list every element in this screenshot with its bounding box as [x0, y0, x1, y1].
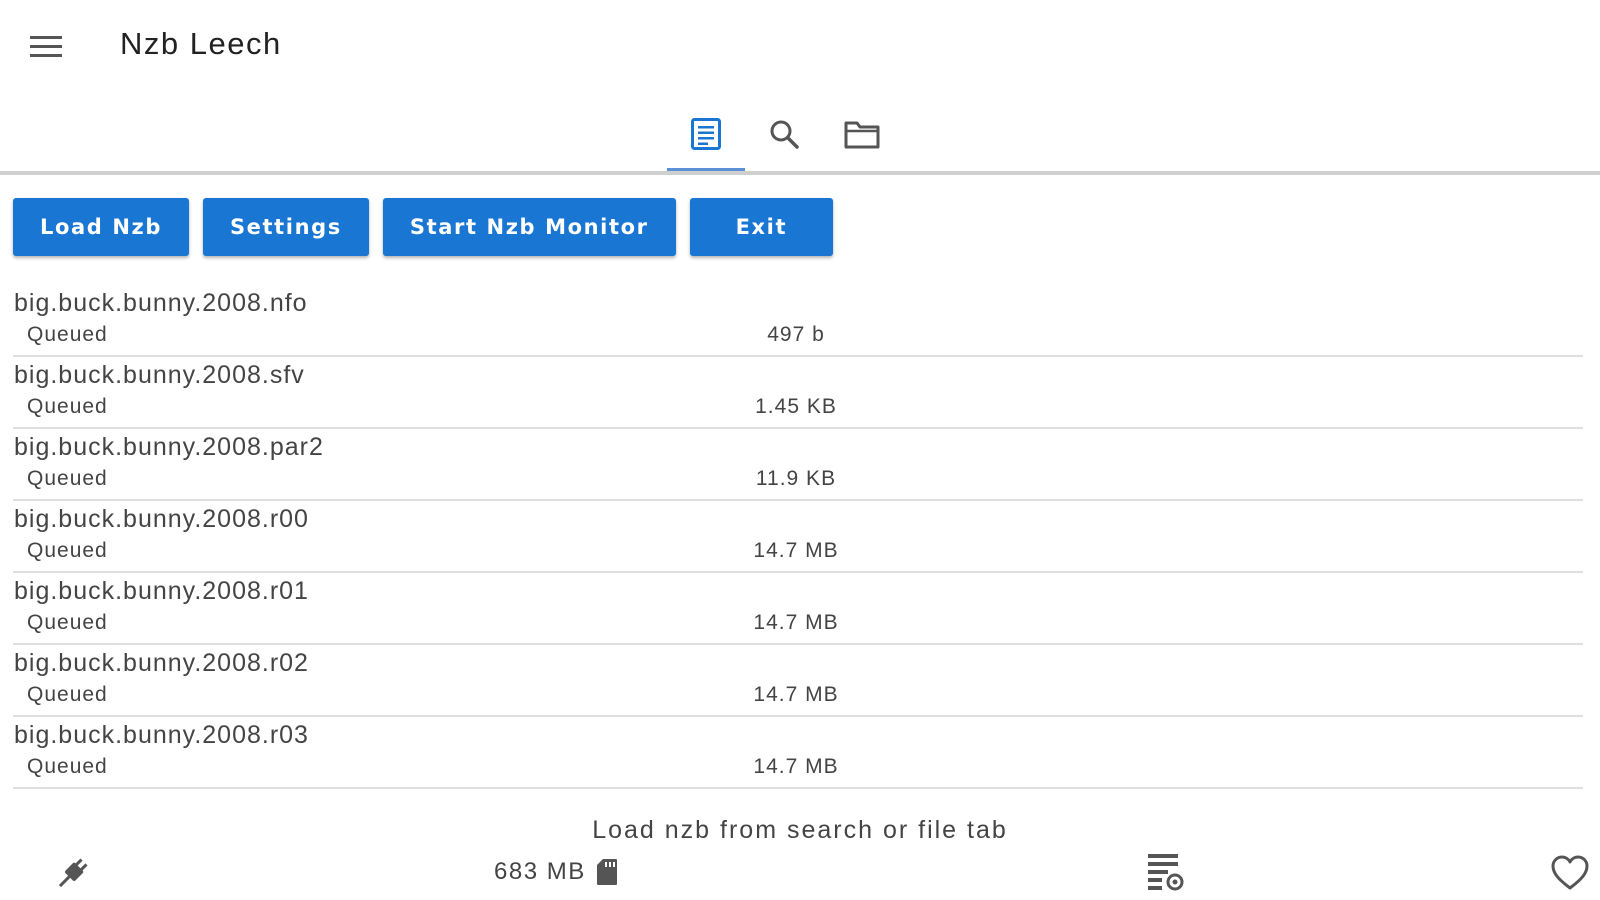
file-list: big.buck.bunny.2008.nfo Queued 497 b big… [13, 285, 1583, 789]
list-item[interactable]: big.buck.bunny.2008.r02 Queued 14.7 MB [13, 645, 1583, 717]
file-name: big.buck.bunny.2008.r02 [14, 649, 309, 677]
document-list-icon [691, 118, 721, 150]
file-status: Queued [27, 395, 108, 418]
tab-queue[interactable] [667, 96, 745, 172]
bottom-bar: 683 MB [0, 848, 1600, 900]
file-size: 14.7 MB [753, 611, 839, 634]
menu-icon [30, 36, 62, 57]
file-name: big.buck.bunny.2008.par2 [14, 433, 324, 461]
app-bar: Nzb Leech [0, 0, 1600, 92]
file-name: big.buck.bunny.2008.nfo [14, 289, 308, 317]
file-size: 497 b [767, 323, 825, 346]
tab-search[interactable] [745, 96, 823, 172]
file-status: Queued [27, 755, 108, 778]
list-item[interactable]: big.buck.bunny.2008.par2 Queued 11.9 KB [13, 429, 1583, 501]
file-name: big.buck.bunny.2008.r00 [14, 505, 309, 533]
menu-button[interactable] [22, 24, 70, 68]
disk-space: 683 MB [494, 858, 618, 886]
folder-icon [844, 121, 880, 149]
list-item[interactable]: big.buck.bunny.2008.nfo Queued 497 b [13, 285, 1583, 357]
status-hint: Load nzb from search or file tab [592, 816, 1008, 844]
file-size: 14.7 MB [753, 755, 839, 778]
disk-free-value: 683 MB [494, 858, 586, 885]
queue-settings-button[interactable] [1146, 852, 1188, 894]
list-item[interactable]: big.buck.bunny.2008.r01 Queued 14.7 MB [13, 573, 1583, 645]
file-size: 11.9 KB [755, 467, 837, 490]
list-item[interactable]: big.buck.bunny.2008.sfv Queued 1.45 KB [13, 357, 1583, 429]
file-status: Queued [27, 683, 108, 706]
app-title: Nzb Leech [120, 26, 282, 61]
file-size: 1.45 KB [755, 395, 837, 418]
exit-button[interactable]: Exit [689, 198, 834, 256]
file-size: 14.7 MB [753, 683, 839, 706]
load-nzb-button[interactable]: Load Nzb [13, 198, 189, 256]
search-icon [770, 120, 799, 149]
list-item[interactable]: big.buck.bunny.2008.r03 Queued 14.7 MB [13, 717, 1583, 789]
file-status: Queued [27, 611, 108, 634]
tab-divider [0, 171, 1600, 175]
file-status: Queued [27, 323, 108, 346]
list-item[interactable]: big.buck.bunny.2008.r00 Queued 14.7 MB [13, 501, 1583, 573]
start-nzb-monitor-button[interactable]: Start Nzb Monitor [382, 198, 676, 256]
file-status: Queued [27, 467, 108, 490]
file-name: big.buck.bunny.2008.r01 [14, 577, 309, 605]
file-size: 14.7 MB [753, 539, 839, 562]
plug-icon [58, 858, 88, 888]
file-status: Queued [27, 539, 108, 562]
sd-card-icon [596, 859, 617, 885]
settings-button[interactable]: Settings [202, 198, 369, 256]
file-name: big.buck.bunny.2008.sfv [14, 361, 305, 389]
tab-bar [0, 96, 1600, 175]
heart-icon [1551, 855, 1589, 890]
queue-settings-icon [1148, 854, 1184, 891]
connection-button[interactable] [52, 854, 92, 894]
file-name: big.buck.bunny.2008.r03 [14, 721, 309, 749]
favorite-button[interactable] [1550, 854, 1592, 894]
toolbar: Load Nzb Settings Start Nzb Monitor Exit [13, 198, 834, 256]
tab-files[interactable] [823, 96, 901, 172]
